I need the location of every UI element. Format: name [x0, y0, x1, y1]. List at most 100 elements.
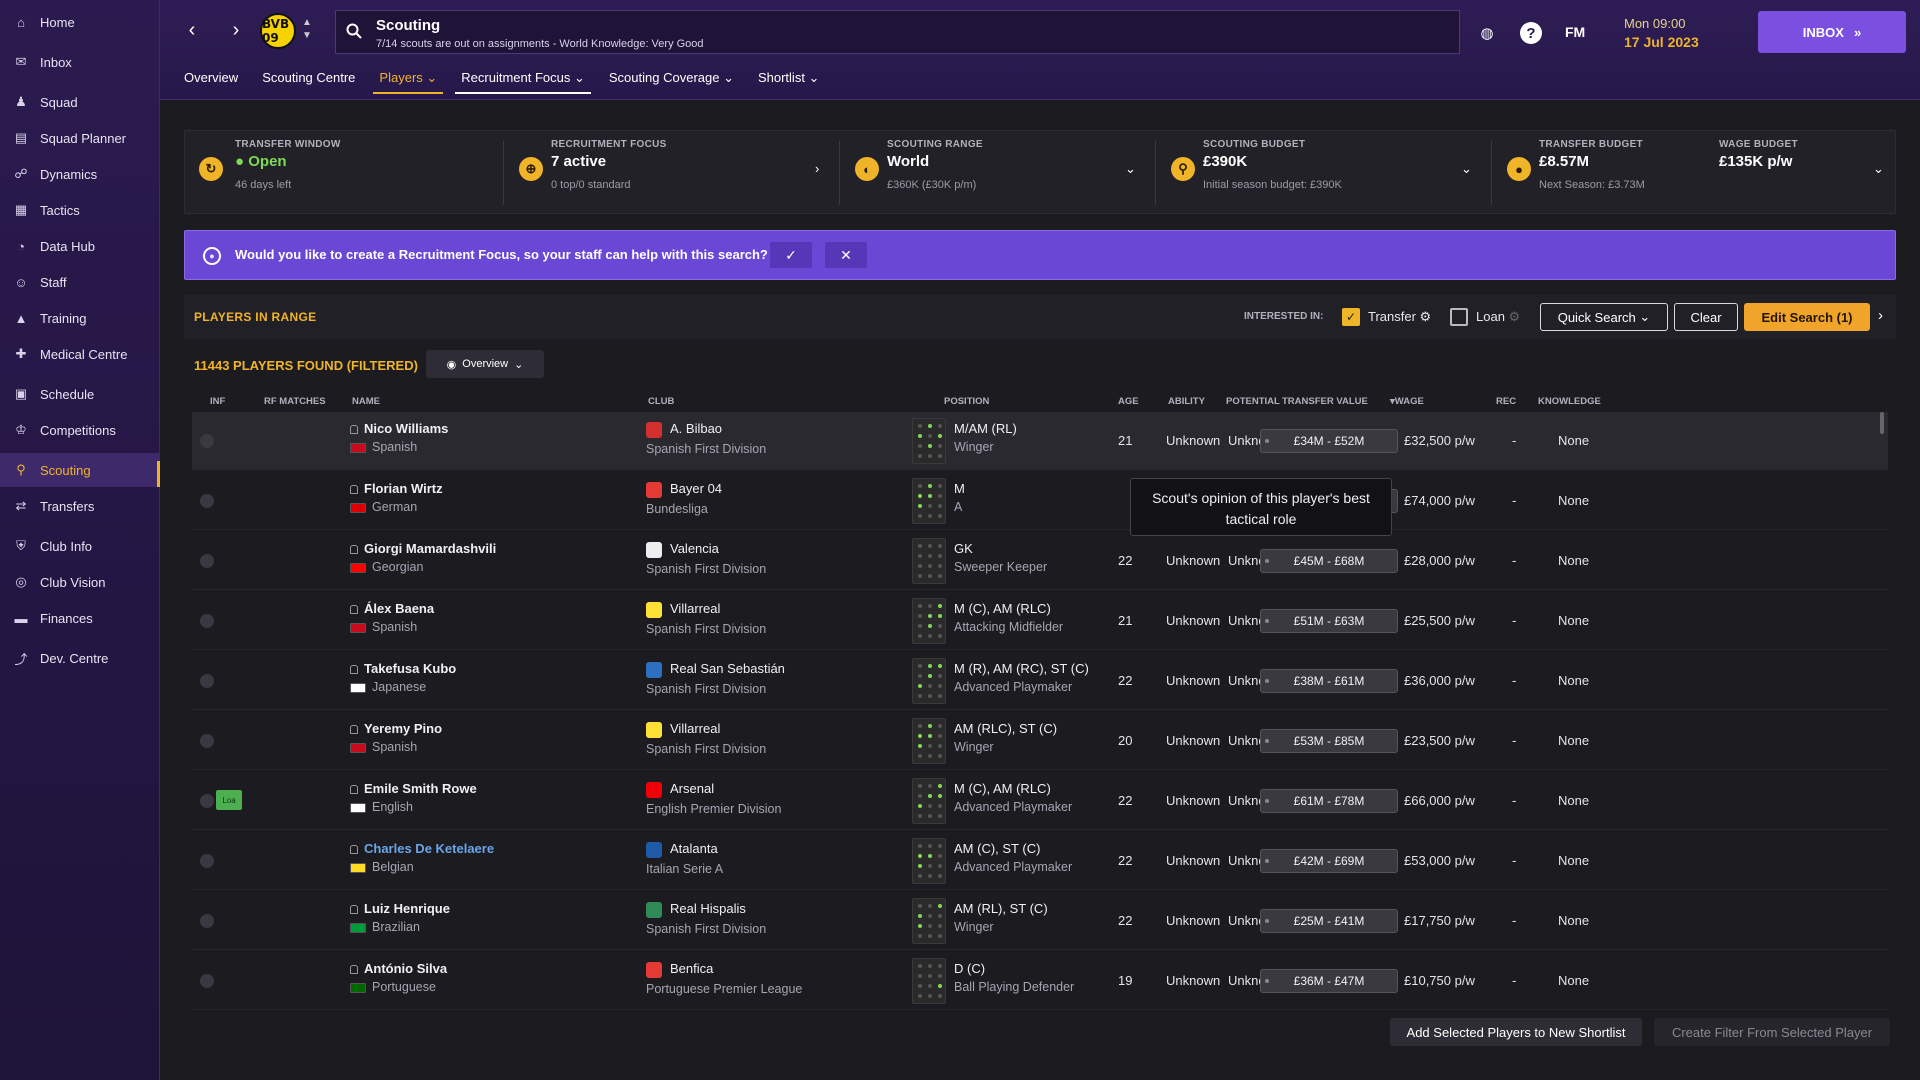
scouting-budget-cell[interactable]: ⚲ SCOUTING BUDGET £390K Initial season b… [1157, 131, 1489, 215]
column-header[interactable]: REC [1496, 396, 1516, 407]
role-text[interactable]: Winger [954, 920, 1048, 934]
club-cell[interactable]: Bayer 04 Bundesliga [646, 481, 722, 516]
sidebar-item-club-vision[interactable]: ◎ Club Vision [0, 565, 160, 599]
row-select-checkbox[interactable] [200, 854, 214, 868]
row-select-checkbox[interactable] [200, 674, 214, 688]
league-name[interactable]: Spanish First Division [646, 682, 785, 696]
league-name[interactable]: Spanish First Division [646, 742, 766, 756]
row-select-checkbox[interactable] [200, 554, 214, 568]
sidebar-item-training[interactable]: ▲ Training [0, 301, 160, 335]
league-name[interactable]: Spanish First Division [646, 442, 766, 456]
player-name[interactable]: Luiz Henrique [364, 901, 450, 916]
search-box[interactable]: Scouting 7/14 scouts are out on assignme… [335, 10, 1460, 54]
scouting-range-cell[interactable]: ◐ SCOUTING RANGE World £360K (£30K p/m) … [841, 131, 1153, 215]
player-name-cell[interactable]: Luiz Henrique Brazilian [350, 901, 450, 934]
club-cell[interactable]: Benfica Portuguese Premier League [646, 961, 802, 996]
table-row[interactable]: Giorgi Mamardashvili Georgian Valencia Span… [192, 532, 1888, 590]
row-select-checkbox[interactable] [200, 614, 214, 628]
league-name[interactable]: Spanish First Division [646, 562, 766, 576]
edit-search-button[interactable]: Edit Search (1) [1744, 303, 1870, 331]
role-text[interactable]: Advanced Playmaker [954, 800, 1072, 814]
table-row[interactable]: Luiz Henrique Brazilian Real Hispalis Spani… [192, 892, 1888, 950]
player-name[interactable]: Charles De Ketelaere [364, 841, 494, 856]
loan-settings-icon[interactable]: ⚙ [1509, 309, 1521, 324]
column-header[interactable]: CLUB [648, 396, 674, 407]
scrollbar[interactable] [1880, 412, 1884, 434]
add-to-shortlist-button[interactable]: Add Selected Players to New Shortlist [1390, 1018, 1642, 1046]
chevron-right-icon[interactable]: › [815, 161, 819, 176]
row-select-checkbox[interactable] [200, 434, 214, 448]
row-select-checkbox[interactable] [200, 974, 214, 988]
transfer-window-cell[interactable]: ↻ TRANSFER WINDOW ● Open 46 days left [185, 131, 503, 215]
row-select-checkbox[interactable] [200, 734, 214, 748]
help-icon[interactable]: ? [1520, 22, 1542, 44]
club-cell[interactable]: Real San Sebastián Spanish First Division [646, 661, 785, 696]
club-name[interactable]: Benfica [670, 961, 713, 976]
player-name-cell[interactable]: Charles De Ketelaere Belgian [350, 841, 494, 874]
club-name[interactable]: Villarreal [670, 601, 720, 616]
sidebar-item-scouting[interactable]: ⚲ Scouting [0, 453, 160, 487]
tab-scouting-coverage[interactable]: Scouting Coverage ⌄ [599, 62, 744, 98]
column-header[interactable]: ABILITY [1168, 396, 1205, 407]
club-cell[interactable]: Real Hispalis Spanish First Division [646, 901, 766, 936]
club-name[interactable]: Villarreal [670, 721, 720, 736]
club-name[interactable]: Arsenal [670, 781, 714, 796]
club-name[interactable]: Bayer 04 [670, 481, 722, 496]
league-name[interactable]: Bundesliga [646, 502, 722, 516]
player-name[interactable]: Yeremy Pino [364, 721, 442, 736]
chevron-right-icon[interactable]: › [1878, 307, 1883, 324]
club-cell[interactable]: Villarreal Spanish First Division [646, 721, 766, 756]
club-cell[interactable]: Arsenal English Premier Division [646, 781, 781, 816]
globe-icon[interactable]: ◍ [1476, 22, 1498, 44]
transfer-value[interactable]: £42M - £69M [1260, 849, 1398, 873]
tab-overview[interactable]: Overview [174, 62, 248, 98]
league-name[interactable]: Portuguese Premier League [646, 982, 802, 996]
gear-icon[interactable]: ⚙ [1420, 309, 1432, 324]
sidebar-item-staff[interactable]: ☺ Staff [0, 265, 160, 299]
player-name-cell[interactable]: Giorgi Mamardashvili Georgian [350, 541, 496, 574]
club-cell[interactable]: Atalanta Italian Serie A [646, 841, 723, 876]
player-name-cell[interactable]: Florian Wirtz German [350, 481, 443, 514]
sidebar-item-schedule[interactable]: ▣ Schedule [0, 377, 160, 411]
clear-button[interactable]: Clear [1674, 303, 1738, 331]
sidebar-item-squad[interactable]: ♟ Squad [0, 85, 160, 119]
back-arrow-icon[interactable]: ‹ [180, 18, 204, 42]
column-header[interactable]: INF [210, 396, 225, 407]
player-name[interactable]: António Silva [364, 961, 447, 976]
table-row[interactable]: Álex Baena Spanish Villarreal Spanish First… [192, 592, 1888, 650]
player-name[interactable]: Takefusa Kubo [364, 661, 456, 676]
transfer-value[interactable]: £45M - £68M [1260, 549, 1398, 573]
chevron-down-icon[interactable]: ⌄ [1461, 161, 1472, 177]
club-name[interactable]: Real San Sebastián [670, 661, 785, 676]
role-text[interactable]: Attacking Midfielder [954, 620, 1063, 634]
club-name[interactable]: A. Bilbao [670, 421, 722, 436]
club-name[interactable]: Real Hispalis [670, 901, 746, 916]
club-cell[interactable]: A. Bilbao Spanish First Division [646, 421, 766, 456]
role-text[interactable]: Winger [954, 740, 1057, 754]
transfer-value[interactable]: £25M - £41M [1260, 909, 1398, 933]
player-name[interactable]: Emile Smith Rowe [364, 781, 477, 796]
sidebar-item-dynamics[interactable]: ☍ Dynamics [0, 157, 160, 191]
role-text[interactable]: Advanced Playmaker [954, 860, 1072, 874]
create-filter-button[interactable]: Create Filter From Selected Player [1654, 1018, 1890, 1046]
player-name-cell[interactable]: Takefusa Kubo Japanese [350, 661, 456, 694]
club-cell[interactable]: Valencia Spanish First Division [646, 541, 766, 576]
role-text[interactable]: A [954, 500, 965, 514]
player-name[interactable]: Álex Baena [364, 601, 434, 616]
dismiss-x-button[interactable]: ✕ [825, 242, 867, 268]
role-text[interactable]: Winger [954, 440, 1017, 454]
table-row[interactable]: Yeremy Pino Spanish Villarreal Spanish Firs… [192, 712, 1888, 770]
column-header[interactable]: TRANSFER VALUE [1282, 396, 1368, 407]
loan-checkbox[interactable] [1450, 308, 1468, 326]
table-row[interactable]: Takefusa Kubo Japanese Real San Sebastián S… [192, 652, 1888, 710]
sidebar-item-tactics[interactable]: ▦ Tactics [0, 193, 160, 227]
column-header[interactable]: AGE [1118, 396, 1139, 407]
column-header[interactable]: NAME [352, 396, 380, 407]
chevron-down-icon[interactable]: ⌄ [1125, 161, 1136, 177]
league-name[interactable]: Spanish First Division [646, 922, 766, 936]
column-header[interactable]: POSITION [944, 396, 989, 407]
sidebar-item-competitions[interactable]: ♔ Competitions [0, 413, 160, 447]
player-name-cell[interactable]: António Silva Portuguese [350, 961, 447, 994]
tab-shortlist[interactable]: Shortlist ⌄ [748, 62, 829, 98]
player-name[interactable]: Giorgi Mamardashvili [364, 541, 496, 556]
